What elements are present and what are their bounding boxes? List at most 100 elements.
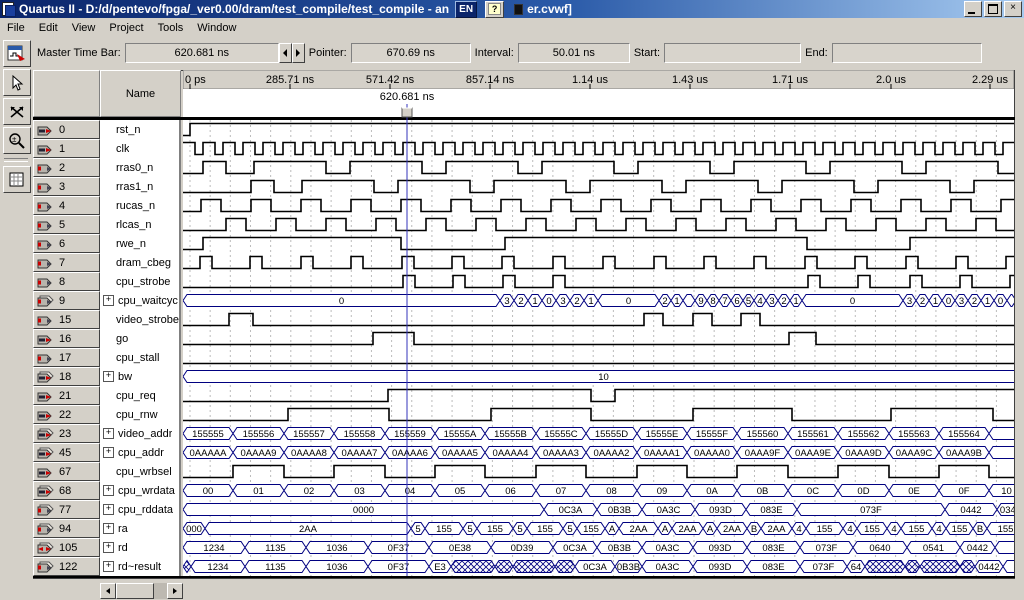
close-button[interactable]: × — [1004, 1, 1022, 17]
expand-icon[interactable]: + — [103, 561, 114, 572]
grid-icon[interactable] — [3, 166, 31, 193]
toolbar-field-3[interactable] — [664, 43, 801, 63]
signal-row-button-clk[interactable]: 1 — [33, 139, 100, 158]
signal-name-row[interactable]: cpu_rnw — [100, 405, 180, 424]
cursor-arrow-icon[interactable] — [3, 69, 31, 96]
restore-button[interactable] — [984, 1, 1002, 17]
help-icon[interactable]: ? — [485, 1, 504, 18]
bus-value: 4 — [796, 524, 801, 535]
signal-row-button-rras1_n[interactable]: 3 — [33, 177, 100, 196]
language-badge[interactable]: EN — [455, 1, 477, 18]
signal-row-button-rlcas_n[interactable]: 5 — [33, 215, 100, 234]
signal-row-button-rras0_n[interactable]: 2 — [33, 158, 100, 177]
signal-name-row[interactable]: rlcas_n — [100, 215, 180, 234]
signal-name-row[interactable]: rucas_n — [100, 196, 180, 215]
signal-name-row[interactable]: +ra — [100, 519, 180, 538]
menu-view[interactable]: View — [65, 20, 103, 36]
toolbar-field-2[interactable]: 50.01 ns — [518, 43, 630, 63]
signal-row-button-cpu_rddata[interactable]: 77 — [33, 500, 100, 519]
horizontal-scrollbar[interactable] — [100, 583, 183, 599]
bus-value: 155555 — [192, 429, 224, 440]
scroll-left-icon[interactable] — [100, 583, 116, 599]
signal-row-button-go[interactable]: 16 — [33, 329, 100, 348]
signal-name-row[interactable]: cpu_strobe — [100, 272, 180, 291]
toolbar-field-1[interactable]: 670.69 ns — [351, 43, 471, 63]
signal-row-button-video_strobe[interactable]: 15 — [33, 310, 100, 329]
expand-icon[interactable]: + — [103, 447, 114, 458]
menu-window[interactable]: Window — [190, 20, 243, 36]
time-step-back-icon[interactable] — [279, 43, 292, 63]
signal-name-row[interactable]: rst_n — [100, 120, 180, 139]
signal-name-row[interactable]: +bw — [100, 367, 180, 386]
bus-value: 155 — [817, 524, 833, 535]
signal-row-button-video_addr[interactable]: 23 — [33, 424, 100, 443]
expand-icon[interactable]: + — [103, 542, 114, 553]
signal-row-button-bw[interactable]: 18 — [33, 367, 100, 386]
time-bar-handle[interactable] — [402, 108, 412, 117]
bus-value: 04 — [405, 486, 416, 497]
signal-name-row[interactable]: cpu_wrbsel — [100, 462, 180, 481]
signal-name-row[interactable]: clk — [100, 139, 180, 158]
bus-value: A — [662, 524, 669, 535]
menu-tools[interactable]: Tools — [151, 20, 191, 36]
signal-name-row[interactable]: go — [100, 329, 180, 348]
signal-row-button-rst_n[interactable]: 0 — [33, 120, 100, 139]
signal-row-button-rd~result[interactable]: 122 — [33, 557, 100, 576]
scrollbar-thumb[interactable] — [116, 583, 154, 599]
signal-row-button-cpu_stall[interactable]: 17 — [33, 348, 100, 367]
signal-row-button-dram_cbeg[interactable]: 7 — [33, 253, 100, 272]
menu-project[interactable]: Project — [102, 20, 150, 36]
svg-text:±: ± — [12, 135, 17, 144]
scroll-right-icon[interactable] — [167, 583, 183, 599]
signal-row-button-rucas_n[interactable]: 4 — [33, 196, 100, 215]
signal-name-row[interactable]: cpu_req — [100, 386, 180, 405]
signal-name-row[interactable]: +rd — [100, 538, 180, 557]
signal-name-row[interactable]: cpu_stall — [100, 348, 180, 367]
menu-file[interactable]: File — [0, 20, 32, 36]
signal-row-button-cpu_addr[interactable]: 45 — [33, 443, 100, 462]
signal-name-row[interactable]: rwe_n — [100, 234, 180, 253]
time-step-forward-icon[interactable] — [292, 43, 305, 63]
signal-name-row[interactable]: video_strobe — [100, 310, 180, 329]
signal-row-button-rwe_n[interactable]: 6 — [33, 234, 100, 253]
signal-row-button-cpu_wrdata[interactable]: 68 — [33, 481, 100, 500]
menu-edit[interactable]: Edit — [32, 20, 65, 36]
signal-name-row[interactable]: +cpu_addr — [100, 443, 180, 462]
expand-icon[interactable]: + — [103, 295, 114, 306]
signal-name-row[interactable]: +cpu_waitcyc — [100, 291, 180, 310]
title-bar[interactable]: Quartus II - D:/d/pentevo/fpga/_ver0.00/… — [0, 0, 1024, 18]
signal-name-row[interactable]: rras1_n — [100, 177, 180, 196]
wave-rst_n — [183, 124, 1014, 136]
signal-row-button-cpu_rnw[interactable]: 22 — [33, 405, 100, 424]
signal-name-row[interactable]: +video_addr — [100, 424, 180, 443]
expand-icon[interactable]: + — [103, 371, 114, 382]
signal-row-button-cpu_wrbsel[interactable]: 67 — [33, 462, 100, 481]
crossed-arrows-icon[interactable] — [3, 98, 31, 125]
waveform-report-icon[interactable] — [3, 40, 31, 67]
signal-name-row[interactable]: +rd~result — [100, 557, 180, 576]
signal-name-row[interactable]: dram_cbeg — [100, 253, 180, 272]
signal-row-button-cpu_waitcyc[interactable]: 9 — [33, 291, 100, 310]
zoom-icon[interactable]: ± — [3, 127, 31, 154]
signal-row-button-cpu_strobe[interactable]: 8 — [33, 272, 100, 291]
signal-row-button-rd[interactable]: 105 — [33, 538, 100, 557]
expand-icon[interactable]: + — [103, 485, 114, 496]
wave-rwe_n — [183, 238, 1014, 250]
signal-row-button-ra[interactable]: 94 — [33, 519, 100, 538]
minimize-button[interactable] — [964, 1, 982, 17]
signal-name-row[interactable]: +cpu_rddata — [100, 500, 180, 519]
signal-name-row[interactable]: rras0_n — [100, 158, 180, 177]
expand-icon[interactable]: + — [103, 504, 114, 515]
toolbar-field-4[interactable] — [832, 43, 982, 63]
bus-value: 5 — [567, 524, 572, 535]
bus-value: 1036 — [326, 543, 347, 554]
bus-value: 0442 — [978, 562, 999, 573]
expand-icon[interactable]: + — [103, 523, 114, 534]
bus-value: 3 — [560, 296, 565, 307]
waveform-area[interactable]: 0 ps285.71 ns571.42 ns857.14 ns1.14 us1.… — [183, 70, 1014, 576]
bus-value: B — [751, 524, 757, 535]
expand-icon[interactable]: + — [103, 428, 114, 439]
signal-name-row[interactable]: +cpu_wrdata — [100, 481, 180, 500]
toolbar-field-0[interactable]: 620.681 ns — [125, 43, 279, 63]
signal-row-button-cpu_req[interactable]: 21 — [33, 386, 100, 405]
